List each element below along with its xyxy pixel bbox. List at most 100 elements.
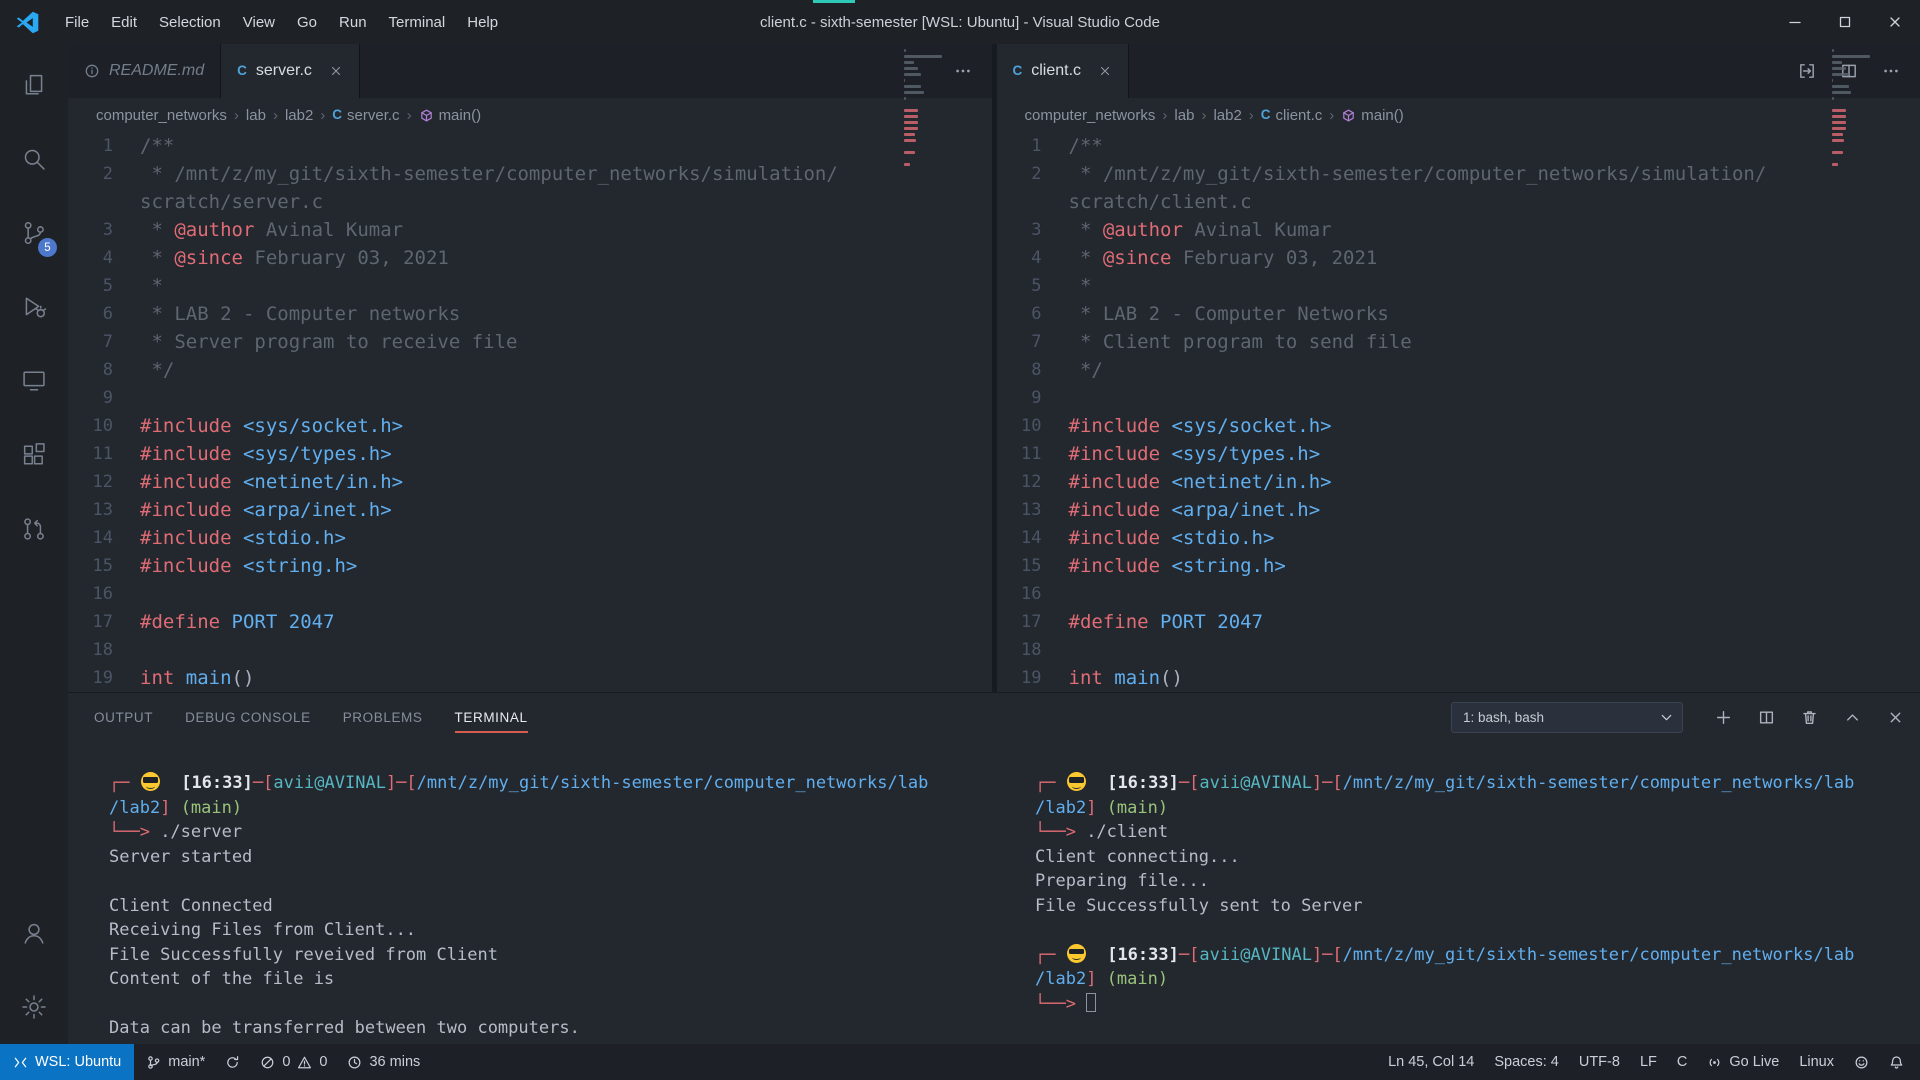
panel-tab-problems[interactable]: PROBLEMS: [343, 693, 423, 741]
code-line: 16: [68, 580, 992, 608]
code-token: @author: [174, 219, 254, 241]
menu-file[interactable]: File: [54, 9, 100, 36]
minimap-line: [1832, 55, 1870, 58]
breadcrumb-item[interactable]: lab: [246, 107, 266, 124]
code-editor-client[interactable]: 1/**2 * /mnt/z/my_git/sixth-semester/com…: [997, 132, 1920, 692]
line-number: 14: [997, 524, 1069, 552]
breadcrumb-item[interactable]: computer_networks: [1025, 107, 1156, 124]
code-editor-server[interactable]: 1/**2 * /mnt/z/my_git/sixth-semester/com…: [68, 132, 992, 692]
close-button[interactable]: [1870, 0, 1920, 44]
notifications[interactable]: [1879, 1044, 1914, 1080]
code-token: scratch/client.c: [1069, 191, 1252, 213]
menu-view[interactable]: View: [232, 9, 286, 36]
breadcrumb-item[interactable]: lab2: [1213, 107, 1241, 124]
maximize-button[interactable]: [1820, 0, 1870, 44]
menu-go[interactable]: Go: [286, 9, 328, 36]
minimap[interactable]: [904, 49, 962, 169]
terminal-line: Preparing file...: [1035, 869, 1920, 894]
line-number: 9: [997, 384, 1069, 412]
remote-os[interactable]: Linux: [1789, 1044, 1844, 1080]
remote-indicator[interactable]: WSL: Ubuntu: [0, 1044, 134, 1080]
sync-icon: [225, 1055, 240, 1070]
go-live-label: Go Live: [1729, 1054, 1779, 1070]
tab-readme.md[interactable]: README.md: [68, 44, 221, 98]
breadcrumb-item[interactable]: main(): [419, 107, 482, 124]
maximize-panel-icon[interactable]: [1844, 709, 1861, 726]
time-tracker[interactable]: 36 mins: [337, 1044, 430, 1080]
code-token: @since: [1103, 247, 1172, 269]
language-mode[interactable]: C: [1667, 1044, 1697, 1080]
tab-server.c[interactable]: Cserver.c: [221, 44, 360, 98]
eol-sequence[interactable]: LF: [1630, 1044, 1667, 1080]
go-live[interactable]: Go Live: [1697, 1044, 1789, 1080]
split-terminal-icon[interactable]: [1758, 709, 1775, 726]
activitybar-accounts[interactable]: [0, 896, 68, 970]
code-token: PORT: [232, 611, 278, 633]
new-terminal-icon[interactable]: [1715, 709, 1732, 726]
open-changes-icon[interactable]: [1798, 62, 1816, 80]
git-branch[interactable]: main*: [136, 1044, 215, 1080]
breadcrumb-item[interactable]: computer_networks: [96, 107, 227, 124]
minimize-button[interactable]: [1770, 0, 1820, 44]
activitybar-run-and-debug[interactable]: [0, 270, 68, 344]
activitybar-source-control[interactable]: 5: [0, 196, 68, 270]
minimap-line: [904, 61, 914, 64]
breadcrumb-item[interactable]: main(): [1341, 107, 1404, 124]
breadcrumb-item[interactable]: Cclient.c: [1261, 107, 1322, 124]
activitybar-remote-explorer[interactable]: [0, 344, 68, 418]
panel-tab-output[interactable]: OUTPUT: [94, 693, 153, 741]
breadcrumb-separator: ›: [1249, 107, 1254, 124]
panel-tab-terminal[interactable]: TERMINAL: [455, 693, 528, 741]
breadcrumb-item[interactable]: Cserver.c: [332, 107, 399, 124]
code-line: 6 * LAB 2 - Computer networks: [68, 300, 992, 328]
feedback-icon: [1854, 1055, 1869, 1070]
terminal-left[interactable]: ┌─ 😎 [16:33]─[avii@AVINAL]─[/mnt/z/my_gi…: [68, 771, 994, 1044]
encoding[interactable]: UTF-8: [1569, 1044, 1630, 1080]
activitybar-github-pull-requests[interactable]: [0, 492, 68, 566]
terminal-right[interactable]: ┌─ 😎 [16:33]─[avii@AVINAL]─[/mnt/z/my_gi…: [994, 771, 1920, 1044]
activitybar-settings[interactable]: [0, 970, 68, 1044]
close-panel-icon[interactable]: [1887, 709, 1904, 726]
cursor-position[interactable]: Ln 45, Col 14: [1378, 1044, 1484, 1080]
time-tracker-label: 36 mins: [369, 1054, 420, 1070]
activitybar-extensions[interactable]: [0, 418, 68, 492]
code-line: 12#include <netinet/in.h>: [997, 468, 1920, 496]
terminal-line: Content of the file is: [109, 967, 994, 992]
code-token: PORT: [1160, 611, 1206, 633]
terminal-token: /mnt/z/my_git/sixth-semester/computer_ne…: [1343, 773, 1855, 793]
problems[interactable]: 00: [250, 1044, 337, 1080]
tab-client.c[interactable]: Cclient.c: [997, 44, 1130, 98]
menu-edit[interactable]: Edit: [100, 9, 148, 36]
activitybar-search[interactable]: [0, 122, 68, 196]
indentation[interactable]: Spaces: 4: [1484, 1044, 1569, 1080]
broadcast-icon: [1707, 1055, 1722, 1070]
minimap-line: [1832, 157, 1890, 160]
menu-run[interactable]: Run: [328, 9, 378, 36]
terminal-token: ./server: [160, 822, 242, 842]
code-line: 9: [68, 384, 992, 412]
code-text: #define PORT 2047: [1069, 608, 1264, 636]
menu-selection[interactable]: Selection: [148, 9, 232, 36]
minimap[interactable]: [1832, 49, 1890, 169]
sync-status[interactable]: [215, 1044, 250, 1080]
feedback[interactable]: [1844, 1044, 1879, 1080]
code-token: [232, 443, 243, 465]
close-tab-icon[interactable]: [1098, 64, 1112, 78]
terminal-picker[interactable]: 1: bash, bash: [1451, 702, 1683, 733]
code-token: [232, 415, 243, 437]
activitybar-explorer[interactable]: [0, 48, 68, 122]
code-token: *: [1069, 275, 1092, 297]
code-token: * LAB 2 - Computer Networks: [1069, 303, 1389, 325]
panel-tab-debug-console[interactable]: DEBUG CONSOLE: [185, 693, 311, 741]
activitybar-bottom: [0, 896, 68, 1044]
breadcrumb-separator: ›: [1201, 107, 1206, 124]
line-number: 6: [997, 300, 1069, 328]
kill-terminal-icon[interactable]: [1801, 709, 1818, 726]
close-tab-icon[interactable]: [329, 64, 343, 78]
menu-terminal[interactable]: Terminal: [378, 9, 457, 36]
line-number: 8: [68, 356, 140, 384]
code-text: #include <stdio.h>: [140, 524, 346, 552]
menu-help[interactable]: Help: [456, 9, 509, 36]
breadcrumb-item[interactable]: lab: [1174, 107, 1194, 124]
breadcrumb-item[interactable]: lab2: [285, 107, 313, 124]
